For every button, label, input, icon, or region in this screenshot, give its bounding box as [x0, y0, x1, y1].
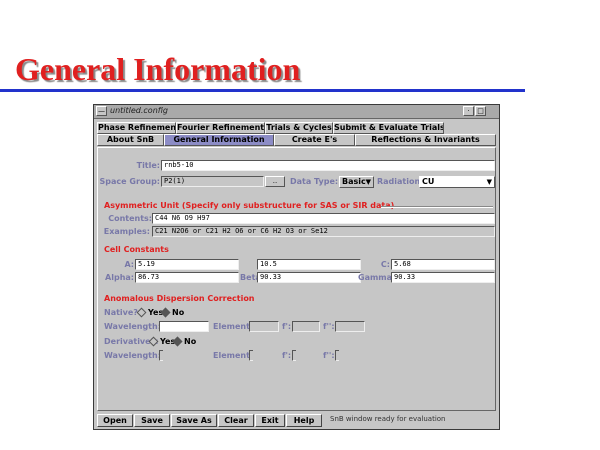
exit-button[interactable]: Exit: [255, 414, 285, 427]
radiation-value: CU: [422, 177, 435, 186]
beta-input[interactable]: 90.33: [257, 272, 361, 283]
gamma-label: Gamma:: [358, 273, 396, 282]
radio-diamond-icon: [160, 307, 171, 318]
data-type-value: Basic: [342, 177, 366, 186]
space-group-label: Space Group:: [99, 177, 160, 186]
radiation-label: Radiation:: [377, 177, 424, 186]
clear-button[interactable]: Clear: [218, 414, 254, 427]
title-underline: [0, 89, 525, 92]
window-menu-icon[interactable]: —: [96, 106, 107, 116]
tab-row-bottom: About SnB General Information Create E's…: [97, 134, 496, 146]
radiation-select[interactable]: CU ▼: [419, 176, 495, 188]
native-wavelength-input[interactable]: [159, 321, 209, 332]
caret-down-icon: ▼: [365, 178, 371, 186]
data-type-label: Data Type:: [290, 177, 339, 186]
derivative-fprime-field[interactable]: [292, 350, 296, 361]
section-divider: [381, 206, 493, 208]
alpha-input[interactable]: 86.73: [135, 272, 239, 283]
native-fprime-label: f':: [282, 322, 292, 331]
derivative-fprime-label: f':: [282, 351, 292, 360]
bottom-button-bar: Open Save Save As Clear Exit Help SnB wi…: [97, 414, 496, 427]
tab-phase-refinement[interactable]: Phase Refinement: [97, 122, 176, 134]
native-no-radio[interactable]: No: [160, 307, 184, 318]
contents-input[interactable]: C44 N6 O9 H97: [152, 213, 495, 224]
maximize-icon[interactable]: □: [475, 106, 486, 116]
tab-about-snb[interactable]: About SnB: [97, 134, 164, 146]
native-wavelength-label: Wavelength:: [104, 322, 161, 331]
tab-reflections-invariants[interactable]: Reflections & Invariants: [355, 134, 496, 146]
radio-diamond-icon: [136, 307, 147, 318]
caret-down-icon: ▼: [486, 178, 492, 186]
native-element-field[interactable]: [249, 321, 279, 332]
derivative-wavelength-label: Wavelength:: [104, 351, 161, 360]
status-text: SnB window ready for evaluation: [330, 415, 446, 423]
data-type-select[interactable]: Basic ▼: [339, 176, 374, 188]
snb-window: — untitled.config · □ Phase Refinement F…: [93, 104, 500, 430]
derivative-fdprime-label: f'':: [323, 351, 335, 360]
tab-trials-cycles[interactable]: Trials & Cycles: [265, 122, 333, 134]
cell-a-label: A:: [124, 260, 134, 269]
derivative-no-radio[interactable]: No: [172, 336, 196, 347]
derivative-element-field[interactable]: [249, 350, 253, 361]
native-fdprime-label: f'':: [323, 322, 335, 331]
radio-diamond-icon: [172, 336, 183, 347]
title-label: Title:: [136, 161, 160, 170]
examples-label: Examples:: [103, 227, 150, 236]
window-titlebar[interactable]: — untitled.config · □: [94, 105, 499, 119]
tab-create-es[interactable]: Create E's: [274, 134, 355, 146]
window-title: untitled.config: [110, 106, 169, 115]
space-group-picker-button[interactable]: ..: [265, 176, 285, 187]
cell-constants-section-title: Cell Constants: [104, 245, 169, 254]
derivative-wavelength-field[interactable]: [159, 350, 163, 361]
alpha-label: Alpha:: [105, 273, 134, 282]
native-fdprime-field[interactable]: [335, 321, 365, 332]
tab-general-information[interactable]: General Information: [164, 134, 274, 146]
slide-title: General Information: [15, 51, 301, 87]
radio-diamond-icon: [148, 336, 159, 347]
space-group-field[interactable]: P2(1): [161, 176, 264, 187]
cell-c-input[interactable]: 5.68: [391, 259, 495, 270]
native-element-label: Element:: [213, 322, 254, 331]
save-as-button[interactable]: Save As: [171, 414, 217, 427]
tab-row-top: Phase Refinement Fourier Refinement Tria…: [97, 122, 496, 134]
save-button[interactable]: Save: [134, 414, 170, 427]
asym-unit-section-title: Asymmetric Unit (Specify only substructu…: [104, 201, 395, 210]
derivative-element-label: Element:: [213, 351, 254, 360]
gamma-input[interactable]: 90.33: [391, 272, 495, 283]
title-input[interactable]: rnb5-10: [161, 160, 495, 171]
cell-a-input[interactable]: 5.19: [135, 259, 239, 270]
general-info-panel: Title: rnb5-10 Space Group: P2(1) .. Dat…: [97, 147, 496, 411]
derivative-fdprime-field[interactable]: [335, 350, 339, 361]
tab-fourier-refinement[interactable]: Fourier Refinement: [176, 122, 265, 134]
tab-submit-evaluate[interactable]: Submit & Evaluate Trials: [333, 122, 444, 134]
contents-label: Contents:: [108, 214, 152, 223]
help-button[interactable]: Help: [286, 414, 322, 427]
minimize-icon[interactable]: ·: [463, 106, 474, 116]
open-button[interactable]: Open: [97, 414, 133, 427]
native-fprime-field[interactable]: [292, 321, 320, 332]
cell-b-input[interactable]: 10.5: [257, 259, 361, 270]
examples-field: C21 N2O6 or C21 H2 O6 or C6 H2 O3 or Se1…: [152, 226, 495, 237]
anomalous-section-title: Anomalous Dispersion Correction: [104, 294, 255, 303]
cell-c-label: C:: [380, 260, 390, 269]
